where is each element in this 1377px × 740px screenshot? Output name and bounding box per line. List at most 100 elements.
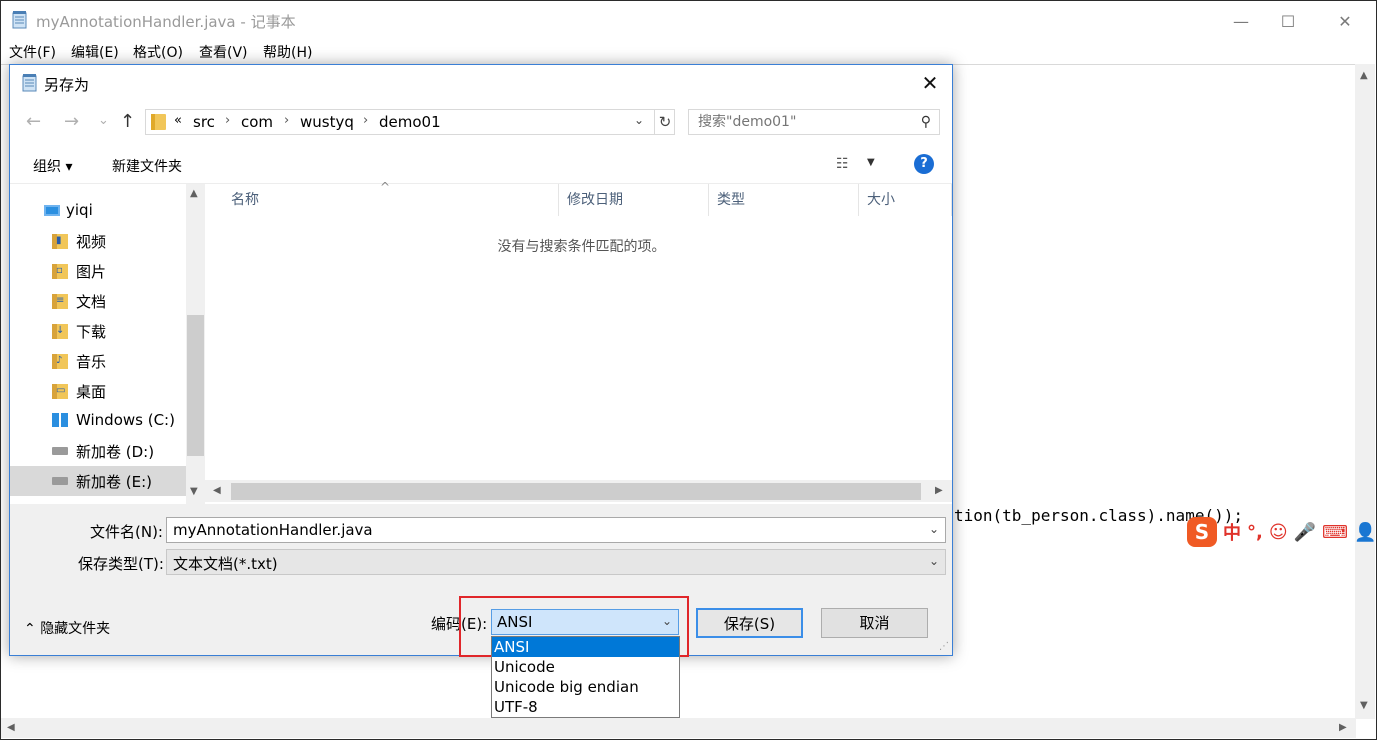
back-arrow-icon[interactable]: ←	[26, 111, 41, 132]
breadcrumb-separator-icon[interactable]: ›	[225, 113, 230, 128]
save-button[interactable]: 保存(S)	[696, 608, 803, 638]
column-header-size[interactable]: 大小	[859, 184, 952, 216]
ime-keyboard-icon[interactable]: ⌨	[1322, 522, 1348, 543]
filename-label: 文件名(N):	[90, 523, 163, 541]
desktop-folder-icon: ▭	[52, 384, 68, 399]
column-header-name[interactable]: 名称	[223, 184, 559, 216]
encoding-option-unicode[interactable]: Unicode	[492, 657, 679, 677]
nav-item-drive-d[interactable]: 新加卷 (D:)	[10, 436, 186, 466]
music-folder-icon: ♪	[52, 354, 68, 369]
close-button[interactable]: ✕	[1322, 7, 1368, 35]
nav-item-label: 视频	[76, 233, 107, 251]
encoding-dropdown-list[interactable]: ANSI Unicode Unicode big endian UTF-8	[491, 636, 680, 718]
minimize-button[interactable]: —	[1218, 7, 1264, 35]
breadcrumb-separator-icon[interactable]: ›	[363, 113, 368, 128]
nav-item-drive-e[interactable]: 新加卷 (E:)	[10, 466, 186, 496]
menu-format[interactable]: 格式(O)	[133, 42, 183, 62]
nav-item-label: 文档	[76, 293, 107, 311]
menu-view[interactable]: 查看(V)	[199, 42, 248, 62]
column-header-type[interactable]: 类型	[709, 184, 859, 216]
file-list[interactable]: ^ 名称 修改日期 类型 大小 没有与搜索条件匹配的项。 ◀ ▶	[205, 180, 952, 504]
search-icon[interactable]: ⚲	[921, 114, 931, 130]
breadcrumb-wustyq[interactable]: wustyq	[300, 113, 354, 131]
ime-emoji-icon[interactable]: ☺	[1269, 522, 1288, 543]
nav-item-drive-c[interactable]: Windows (C:)	[10, 406, 186, 436]
cancel-button[interactable]: 取消	[821, 608, 928, 638]
editor-horizontal-scrollbar[interactable]: ◀ ▶	[1, 718, 1356, 738]
chevron-up-icon: ⌃	[24, 621, 36, 637]
dialog-body: yiqi ▮ 视频 ▫ 图片 ≡ 文档 ↓ 下载 ♪ 音乐 ▭ 桌面 Windo…	[10, 180, 952, 504]
maximize-button[interactable]: ☐	[1265, 7, 1311, 35]
menu-file[interactable]: 文件(F)	[9, 42, 56, 62]
breadcrumb-src[interactable]: src	[193, 113, 215, 131]
column-header-date[interactable]: 修改日期	[559, 184, 709, 216]
ime-punctuation-icon[interactable]: °,	[1247, 522, 1263, 543]
search-box[interactable]: ⚲	[688, 109, 940, 135]
view-dropdown-icon[interactable]: ▼	[867, 157, 875, 168]
nav-item-label: 音乐	[76, 353, 107, 371]
ime-user-icon[interactable]: 👤	[1354, 522, 1376, 543]
scroll-left-arrow-icon[interactable]: ◀	[213, 485, 221, 496]
nav-item-pictures[interactable]: ▫ 图片	[10, 256, 186, 286]
scroll-up-arrow-icon[interactable]: ▲	[1360, 70, 1368, 81]
filetype-value: 文本文档(*.txt)	[173, 555, 278, 573]
nav-item-documents[interactable]: ≡ 文档	[10, 286, 186, 316]
filename-input[interactable]: myAnnotationHandler.java ⌄	[166, 517, 946, 543]
chevron-down-icon[interactable]: ⌄	[929, 554, 939, 568]
nav-item-label: 新加卷 (E:)	[76, 473, 153, 491]
nav-item-videos[interactable]: ▮ 视频	[10, 226, 186, 256]
scrollbar-thumb[interactable]	[187, 315, 204, 456]
scroll-left-arrow-icon[interactable]: ◀	[7, 722, 15, 733]
chevron-down-icon[interactable]: ⌄	[929, 522, 939, 536]
encoding-option-utf8[interactable]: UTF-8	[492, 697, 679, 717]
ime-microphone-icon[interactable]: 🎤	[1294, 522, 1316, 543]
up-arrow-icon[interactable]: ↑	[120, 111, 135, 132]
nav-item-desktop[interactable]: ▭ 桌面	[10, 376, 186, 406]
breadcrumb-com[interactable]: com	[241, 113, 273, 131]
hide-folders-toggle[interactable]: ⌃ 隐藏文件夹	[24, 618, 110, 638]
sogou-logo-icon[interactable]: S	[1187, 517, 1217, 547]
pictures-folder-icon: ▫	[52, 264, 68, 279]
scroll-right-arrow-icon[interactable]: ▶	[1339, 722, 1347, 733]
nav-pane-scrollbar[interactable]: ▲ ▼	[186, 184, 205, 504]
nav-item-downloads[interactable]: ↓ 下载	[10, 316, 186, 346]
ime-toolbar: S 中 °, ☺ 🎤 ⌨ 👤	[1183, 515, 1377, 549]
ime-chinese-mode-icon[interactable]: 中	[1223, 519, 1241, 545]
help-icon[interactable]: ?	[914, 154, 934, 174]
hide-folders-label: 隐藏文件夹	[40, 621, 111, 637]
menu-help[interactable]: 帮助(H)	[263, 42, 312, 62]
breadcrumb-demo01[interactable]: demo01	[379, 113, 441, 131]
menu-edit[interactable]: 编辑(E)	[71, 42, 119, 62]
nav-item-music[interactable]: ♪ 音乐	[10, 346, 186, 376]
encoding-option-ansi[interactable]: ANSI	[492, 637, 679, 657]
organize-button[interactable]: 组织 ▾	[33, 156, 72, 176]
nav-item-yiqi[interactable]: yiqi	[10, 196, 186, 226]
chevron-down-icon[interactable]: ⌄	[634, 113, 644, 127]
file-list-horizontal-scrollbar[interactable]: ◀ ▶	[205, 480, 952, 502]
save-as-dialog: 另存为 ✕ ← → ⌄ ↑ « src › com › wustyq › dem…	[9, 64, 953, 656]
address-bar[interactable]: « src › com › wustyq › demo01 ⌄ ↻	[145, 109, 675, 135]
scrollbar-thumb[interactable]	[231, 483, 921, 500]
breadcrumb-separator-icon[interactable]: ›	[284, 113, 289, 128]
scroll-down-arrow-icon[interactable]: ▼	[190, 486, 198, 497]
new-folder-button[interactable]: 新建文件夹	[112, 156, 182, 176]
encoding-option-unicode-big-endian[interactable]: Unicode big endian	[492, 677, 679, 697]
scroll-right-arrow-icon[interactable]: ▶	[935, 485, 943, 496]
filetype-select[interactable]: 文本文档(*.txt) ⌄	[166, 549, 946, 575]
forward-arrow-icon[interactable]: →	[64, 111, 79, 132]
breadcrumb-overflow[interactable]: «	[174, 113, 182, 128]
notepad-icon	[12, 11, 27, 29]
view-options-icon[interactable]: ☷	[836, 156, 849, 172]
drive-icon	[52, 447, 68, 455]
nav-item-label: yiqi	[66, 201, 93, 219]
dialog-toolbar: 组织 ▾ 新建文件夹 ☷ ▼ ?	[10, 147, 952, 183]
editor-vertical-scrollbar[interactable]: ▲ ▼	[1355, 64, 1375, 719]
scroll-down-arrow-icon[interactable]: ▼	[1360, 700, 1368, 711]
refresh-icon[interactable]: ↻	[654, 110, 675, 134]
scroll-up-arrow-icon[interactable]: ▲	[190, 188, 198, 199]
search-input[interactable]	[689, 110, 913, 134]
recent-locations-icon[interactable]: ⌄	[98, 113, 109, 128]
filename-value: myAnnotationHandler.java	[173, 521, 373, 539]
resize-grip-icon[interactable]: ⋰	[939, 641, 949, 652]
dialog-close-button[interactable]: ✕	[912, 69, 948, 97]
